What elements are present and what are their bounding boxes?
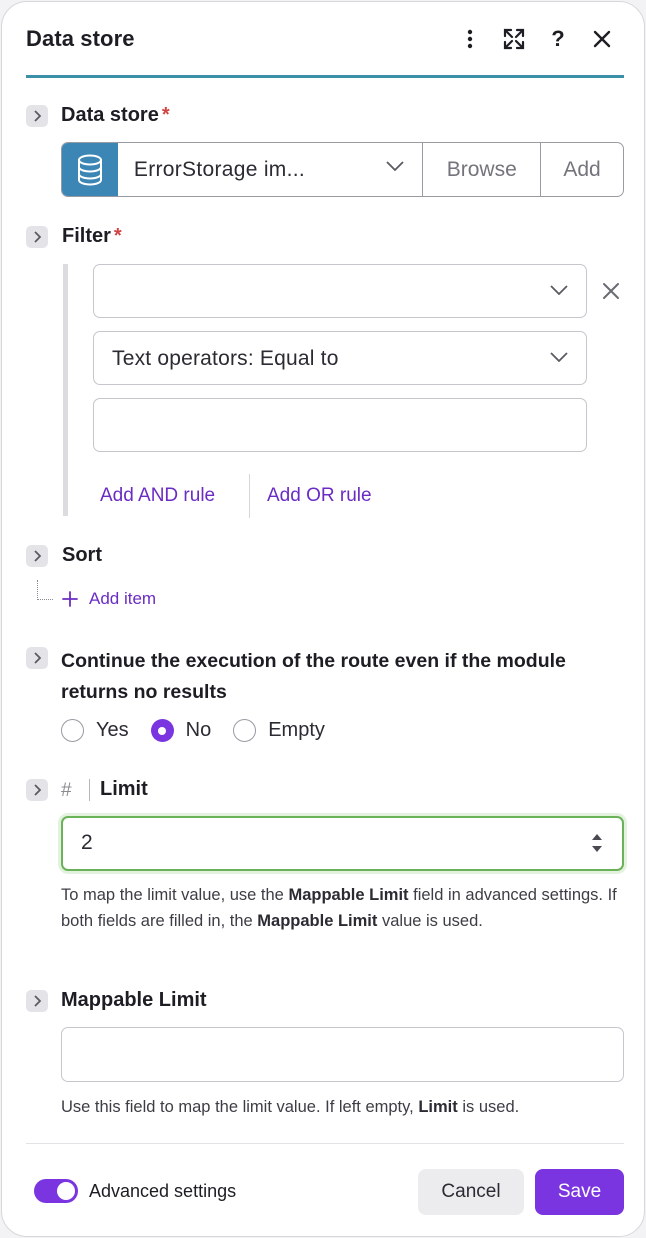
advanced-settings-toggle[interactable] <box>34 1179 78 1203</box>
limit-help-text: To map the limit value, use the Mappable… <box>61 886 617 930</box>
filter-group-bar <box>63 264 68 516</box>
rule-divider <box>249 474 250 518</box>
sort-expander[interactable] <box>26 545 48 567</box>
tree-connector <box>37 580 38 600</box>
filter-label: Filter * <box>62 225 122 247</box>
database-icon <box>62 143 118 196</box>
filter-expander[interactable] <box>26 226 48 248</box>
add-data-store-button[interactable]: Add <box>541 143 623 196</box>
close-icon[interactable] <box>587 24 617 54</box>
data-store-dropdown[interactable]: ErrorStorage im... <box>118 143 424 196</box>
required-marker: * <box>161 104 170 126</box>
radio-no[interactable]: No <box>150 719 211 742</box>
save-button[interactable]: Save <box>535 1169 624 1215</box>
filter-operator-value: Text operators: Equal to <box>112 347 339 370</box>
data-store-value: ErrorStorage im... <box>133 157 306 181</box>
number-spinner-icon[interactable] <box>590 831 604 855</box>
limit-expander[interactable] <box>26 779 48 801</box>
number-type-icon: # <box>61 780 72 801</box>
browse-button[interactable]: Browse <box>423 143 542 196</box>
remove-filter-icon[interactable] <box>602 282 620 300</box>
radio-empty[interactable]: Empty <box>233 719 325 742</box>
panel-title: Data store <box>26 26 135 51</box>
continue-expander[interactable] <box>26 647 48 669</box>
panel-header: Data store ? <box>26 24 624 78</box>
sort-label: Sort <box>62 544 102 566</box>
more-vertical-icon[interactable] <box>455 24 485 54</box>
filter-field-select[interactable] <box>93 264 587 318</box>
help-icon[interactable]: ? <box>543 24 573 54</box>
chevron-down-icon <box>550 352 568 362</box>
tree-connector <box>37 599 53 600</box>
add-and-rule-link[interactable]: Add AND rule <box>100 485 215 507</box>
cancel-button[interactable]: Cancel <box>418 1169 524 1215</box>
add-sort-item-link[interactable]: Add item <box>89 589 156 609</box>
chevron-down-icon <box>550 285 568 295</box>
mappable-limit-label: Mappable Limit <box>61 989 207 1011</box>
limit-value: 2 <box>81 831 93 854</box>
mappable-limit-help-text: Use this field to map the limit value. I… <box>61 1098 520 1116</box>
advanced-settings-label: Advanced settings <box>89 1181 237 1201</box>
expand-icon[interactable] <box>499 24 529 54</box>
continue-radio-group: Yes No Empty <box>61 719 347 742</box>
data-store-panel: Data store ? Data store * ErrorStorage i… <box>1 1 645 1237</box>
plus-icon <box>62 591 78 607</box>
data-store-selector: ErrorStorage im... Browse Add <box>61 142 624 197</box>
add-or-rule-link[interactable]: Add OR rule <box>267 485 372 507</box>
footer-divider <box>26 1143 624 1144</box>
radio-yes[interactable]: Yes <box>61 719 129 742</box>
continue-label: Continue the execution of the route even… <box>61 650 566 703</box>
data-store-expander[interactable] <box>26 105 48 127</box>
mappable-limit-expander[interactable] <box>26 990 48 1012</box>
chevron-down-icon <box>386 161 404 171</box>
limit-label: Limit <box>100 778 148 800</box>
filter-operator-select[interactable]: Text operators: Equal to <box>93 331 587 385</box>
filter-value-input[interactable] <box>93 398 587 452</box>
type-separator <box>89 779 90 801</box>
required-marker: * <box>113 225 122 247</box>
data-store-label: Data store * <box>61 104 170 126</box>
mappable-limit-input[interactable] <box>61 1027 624 1082</box>
limit-input[interactable]: 2 <box>61 816 624 871</box>
